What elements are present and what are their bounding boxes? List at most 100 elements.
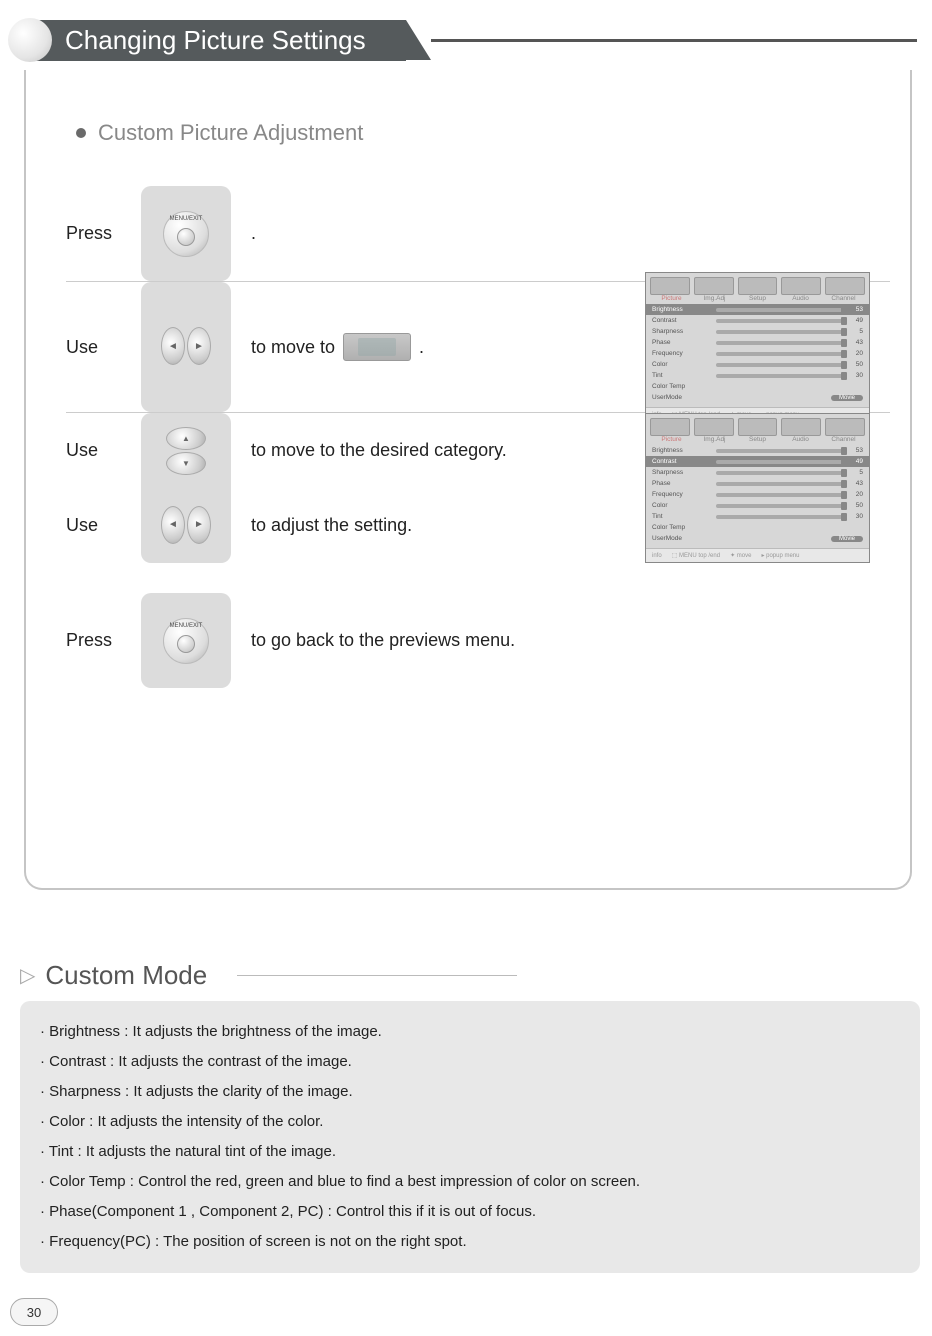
osd-item: Frequency (652, 350, 712, 357)
osd-foot: popup menu (766, 553, 799, 559)
osd-tab: Img.Adj (693, 436, 736, 443)
step-verb: Use (66, 337, 141, 358)
osd-item: Phase (652, 480, 712, 487)
osd-val: 49 (849, 458, 863, 465)
list-item-text: Color : It adjusts the intensity of the … (49, 1113, 323, 1130)
osd-tab: Channel (822, 295, 865, 302)
menu-exit-button-icon: MENU/EXIT (163, 211, 209, 257)
osd-item: Color Temp (652, 383, 712, 390)
step-text-tail: . (419, 337, 424, 358)
osd-val: 30 (849, 372, 863, 379)
osd-val: 53 (849, 447, 863, 454)
osd-tab: Setup (736, 436, 779, 443)
osd-val: 20 (849, 491, 863, 498)
osd-val: 49 (849, 317, 863, 324)
osd-foot: move (737, 553, 752, 559)
picture-menu-icon (343, 333, 411, 361)
step-text-pre: to move to (251, 337, 335, 358)
osd-tab: Audio (779, 436, 822, 443)
step-text: to move to . (251, 333, 424, 361)
custom-mode-section: ▷ Custom Mode · Brightness : It adjusts … (20, 960, 920, 1273)
osd-item: Sharpness (652, 469, 712, 476)
menu-exit-button-icon: MENU/EXIT (163, 618, 209, 664)
step-5: Press MENU/EXIT to go back to the previe… (66, 593, 890, 688)
list-item: · Sharpness : It adjusts the clarity of … (40, 1077, 900, 1107)
osd-val: 43 (849, 480, 863, 487)
osd-val: 30 (849, 513, 863, 520)
osd-item: Color (652, 361, 712, 368)
header-orb-icon (8, 18, 52, 62)
step-verb: Use (66, 440, 141, 461)
osd-val: 20 (849, 350, 863, 357)
osd-foot: top /end (698, 553, 720, 559)
divider (237, 975, 517, 976)
list-item: · Phase(Component 1 , Component 2, PC) :… (40, 1197, 900, 1227)
header-rule (431, 39, 917, 42)
remote-icon-slot: ◄ ► (141, 488, 231, 563)
step-verb: Use (66, 515, 141, 536)
list-item-text: Frequency(PC) : The position of screen i… (49, 1233, 466, 1250)
list-item: · Color Temp : Control the red, green an… (40, 1167, 900, 1197)
osd-val: 5 (849, 328, 863, 335)
osd-item: Color Temp (652, 524, 712, 531)
osd-tab: Audio (779, 295, 822, 302)
osd-tab: Setup (736, 295, 779, 302)
list-item: · Brightness : It adjusts the brightness… (40, 1017, 900, 1047)
section-heading: Custom Picture Adjustment (66, 120, 890, 146)
left-right-button-icon: ◄ ► (161, 506, 211, 546)
osd-item: Contrast (652, 458, 712, 465)
list-item: · Frequency(PC) : The position of screen… (40, 1227, 900, 1257)
list-item-text: Color Temp : Control the red, green and … (49, 1173, 640, 1190)
bullet-icon (76, 128, 86, 138)
main-panel: Custom Picture Adjustment Press MENU/EXI… (24, 70, 912, 890)
osd-item: Brightness (652, 447, 712, 454)
list-item-text: Brightness : It adjusts the brightness o… (49, 1023, 382, 1040)
custom-mode-title: Custom Mode (45, 960, 207, 991)
step-1: Press MENU/EXIT . (66, 186, 890, 281)
step-text: to adjust the setting. (251, 515, 412, 536)
osd-item: Frequency (652, 491, 712, 498)
list-item: · Color : It adjusts the intensity of th… (40, 1107, 900, 1137)
osd-val: 5 (849, 469, 863, 476)
osd-val: 50 (849, 502, 863, 509)
osd-item: Sharpness (652, 328, 712, 335)
custom-mode-body: · Brightness : It adjusts the brightness… (20, 1001, 920, 1273)
remote-icon-slot: ▲ ▼ (141, 413, 231, 488)
remote-icon-slot: ◄ ► (141, 282, 231, 412)
osd-item: Phase (652, 339, 712, 346)
osd-val: 50 (849, 361, 863, 368)
up-down-button-icon: ▲ ▼ (165, 427, 207, 475)
osd-tab: Picture (650, 436, 693, 443)
left-right-button-icon: ◄ ► (161, 327, 211, 367)
step-verb: Press (66, 630, 141, 651)
page-header: Changing Picture Settings (0, 10, 932, 70)
step-text: to move to the desired category. (251, 440, 507, 461)
osd-item: UserMode (652, 535, 712, 542)
osd-item: Tint (652, 372, 712, 379)
osd-item: Tint (652, 513, 712, 520)
osd-foot: info (652, 553, 662, 559)
remote-icon-slot: MENU/EXIT (141, 186, 231, 281)
osd-tab: Img.Adj (693, 295, 736, 302)
page-number: 30 (10, 1298, 58, 1326)
osd-tab: Channel (822, 436, 865, 443)
osd-val: 43 (849, 339, 863, 346)
osd-item: Brightness (652, 306, 712, 313)
menu-exit-label: MENU/EXIT (170, 623, 203, 629)
osd-item: UserMode (652, 394, 712, 401)
step-text: to go back to the previews menu. (251, 630, 515, 651)
step-verb: Press (66, 223, 141, 244)
osd-foot: MENU (679, 553, 697, 559)
list-item-text: Sharpness : It adjusts the clarity of th… (49, 1083, 353, 1100)
osd-val: 53 (849, 306, 863, 313)
menu-exit-label: MENU/EXIT (170, 216, 203, 222)
osd-item: Color (652, 502, 712, 509)
list-item: · Tint : It adjusts the natural tint of … (40, 1137, 900, 1167)
step-text: . (251, 223, 256, 244)
section-heading-text: Custom Picture Adjustment (98, 120, 363, 146)
osd-screenshot-2: Picture Img.Adj Setup Audio Channel Brig… (645, 413, 870, 563)
osd-val: Movie (831, 395, 863, 401)
osd-screenshot-1: Picture Img.Adj Setup Audio Channel Brig… (645, 272, 870, 422)
osd-item: Contrast (652, 317, 712, 324)
list-item-text: Contrast : It adjusts the contrast of th… (49, 1053, 352, 1070)
